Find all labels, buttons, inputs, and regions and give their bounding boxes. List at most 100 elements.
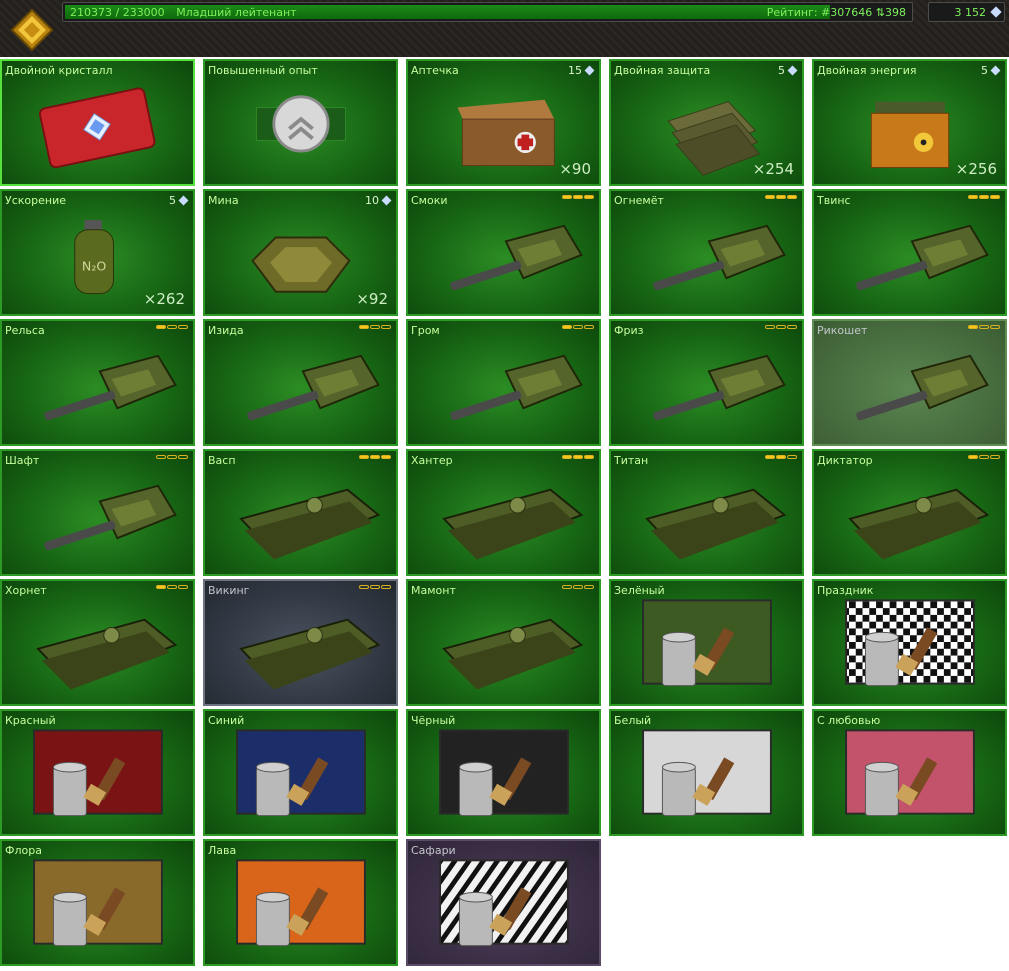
paint-icon xyxy=(845,599,975,687)
garage-item-card[interactable]: Красный xyxy=(0,709,195,836)
item-name: Флора xyxy=(5,844,42,857)
garage-item-card[interactable]: Твинс xyxy=(812,189,1007,316)
item-count: ×92 xyxy=(356,290,388,308)
garage-item-card[interactable]: Фриз xyxy=(609,319,804,446)
experience-text: 210373 / 233000 Младший лейтенант xyxy=(70,6,297,19)
paint-icon xyxy=(439,729,569,817)
garage-item-card[interactable]: Синий xyxy=(203,709,398,836)
turret-icon xyxy=(653,224,786,291)
mod-pip xyxy=(562,325,572,329)
item-name: Гром xyxy=(411,324,440,337)
mod-pip xyxy=(381,585,391,589)
turret-icon xyxy=(653,354,786,421)
rank-insignia-icon xyxy=(10,8,54,52)
garage-item-card[interactable]: Сафари xyxy=(406,839,601,966)
item-name: Лава xyxy=(208,844,237,857)
garage-item-card[interactable]: Смоки xyxy=(406,189,601,316)
modification-level xyxy=(968,455,1000,459)
item-name: Васп xyxy=(208,454,236,467)
modification-level xyxy=(156,455,188,459)
crystal-balance[interactable]: 3 152 xyxy=(928,2,1005,22)
card-crystal-icon xyxy=(38,87,156,169)
garage-item-card[interactable]: Флора xyxy=(0,839,195,966)
garage-item-card[interactable]: Повышенный опыт xyxy=(203,59,398,186)
mod-pip xyxy=(968,455,978,459)
garage-item-card[interactable]: Васп xyxy=(203,449,398,576)
crystal-icon xyxy=(990,6,1002,18)
mod-pip xyxy=(167,325,177,329)
garage-item-card[interactable]: Двойная энергия 5 ×256 xyxy=(812,59,1007,186)
garage-item-card[interactable]: Чёрный xyxy=(406,709,601,836)
xp-medal-icon xyxy=(255,95,347,153)
item-price: 15 xyxy=(568,64,595,77)
mod-pip xyxy=(584,325,594,329)
garage-item-card[interactable]: Хорнет xyxy=(0,579,195,706)
mod-pip xyxy=(584,585,594,589)
mod-pip xyxy=(990,325,1000,329)
item-price-value: 5 xyxy=(981,64,988,77)
garage-item-card[interactable]: Мамонт xyxy=(406,579,601,706)
garage-item-card[interactable]: Зелёный xyxy=(609,579,804,706)
garage-item-card[interactable]: Титан xyxy=(609,449,804,576)
garage-item-card[interactable]: Огнемёт xyxy=(609,189,804,316)
item-price: 5 xyxy=(778,64,798,77)
turret-icon xyxy=(44,484,177,551)
turret-icon xyxy=(247,354,380,421)
turret-icon xyxy=(856,354,989,421)
item-name: С любовью xyxy=(817,714,881,727)
item-count: ×262 xyxy=(143,290,185,308)
crystal-icon xyxy=(787,65,798,76)
garage-item-card[interactable]: Мина 10 ×92 xyxy=(203,189,398,316)
mod-pip xyxy=(178,455,188,459)
modification-level xyxy=(359,455,391,459)
nitro-label: N₂O xyxy=(82,258,106,273)
item-name: Изида xyxy=(208,324,244,337)
garage-item-card[interactable]: Хантер xyxy=(406,449,601,576)
item-name: Мамонт xyxy=(411,584,456,597)
item-price: 5 xyxy=(981,64,1001,77)
mod-pip xyxy=(787,455,797,459)
garage-item-card[interactable]: N₂O Ускорение 5 ×262 xyxy=(0,189,195,316)
paint-icon xyxy=(642,599,772,687)
garage-item-card[interactable]: С любовью xyxy=(812,709,1007,836)
garage-item-card[interactable]: Двойная защита 5 ×254 xyxy=(609,59,804,186)
garage-item-card[interactable]: Белый xyxy=(609,709,804,836)
garage-item-card[interactable]: Шафт xyxy=(0,449,195,576)
garage-item-card[interactable]: Аптечка 15 ×90 xyxy=(406,59,601,186)
garage-item-card[interactable]: Праздник xyxy=(812,579,1007,706)
garage-item-card[interactable]: Диктатор xyxy=(812,449,1007,576)
garage-item-card[interactable]: Изида xyxy=(203,319,398,446)
item-name: Повышенный опыт xyxy=(208,64,318,77)
mod-pip xyxy=(776,195,786,199)
mod-pip xyxy=(765,455,775,459)
item-name: Хантер xyxy=(411,454,453,467)
mod-pip xyxy=(584,195,594,199)
crystal-icon xyxy=(178,195,189,206)
modification-level xyxy=(562,195,594,199)
mod-pip xyxy=(573,195,583,199)
garage-item-card[interactable]: Рельса xyxy=(0,319,195,446)
garage-item-card[interactable]: Гром xyxy=(406,319,601,446)
garage-item-card[interactable]: Викинг xyxy=(203,579,398,706)
hull-icon xyxy=(645,488,787,560)
experience-value: 210373 / 233000 xyxy=(70,6,165,19)
item-name: Фриз xyxy=(614,324,644,337)
garage-item-card[interactable]: Двойной кристалл xyxy=(0,59,195,186)
rating: Рейтинг: #307646 ⇅398 xyxy=(767,6,906,19)
mod-pip xyxy=(787,195,797,199)
mod-pip xyxy=(990,455,1000,459)
modification-level xyxy=(765,325,797,329)
item-name: Двойной кристалл xyxy=(5,64,113,77)
item-name: Титан xyxy=(614,454,649,467)
item-name: Диктатор xyxy=(817,454,873,467)
hull-icon xyxy=(239,618,381,690)
mod-pip xyxy=(359,325,369,329)
garage-item-card[interactable]: Лава xyxy=(203,839,398,966)
item-price: 5 xyxy=(169,194,189,207)
garage-item-card[interactable]: Рикошет xyxy=(812,319,1007,446)
item-name: Рикошет xyxy=(817,324,868,337)
item-price-value: 5 xyxy=(778,64,785,77)
item-price-value: 5 xyxy=(169,194,176,207)
mod-pip xyxy=(573,585,583,589)
item-name: Хорнет xyxy=(5,584,47,597)
